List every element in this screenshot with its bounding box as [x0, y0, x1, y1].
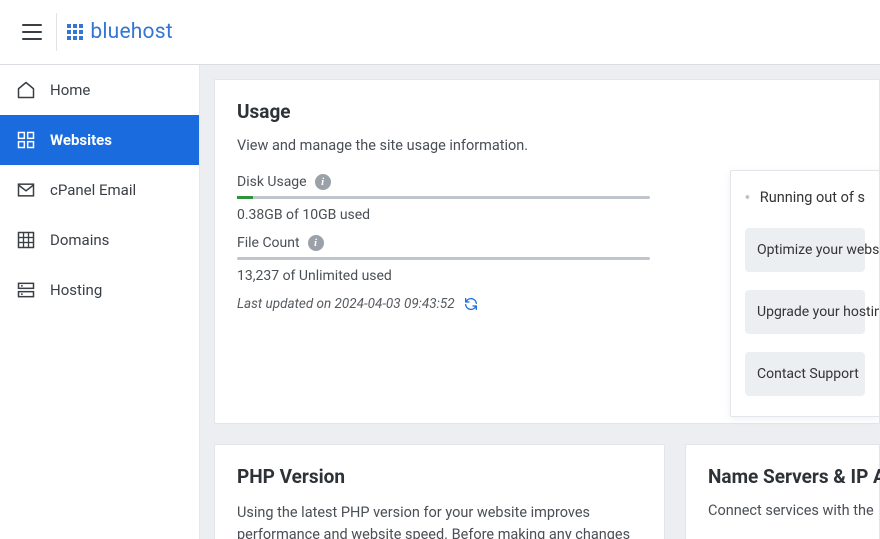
last-updated-text: Last updated on 2024-04-03 09:43:52 — [237, 296, 455, 312]
refresh-button[interactable] — [463, 296, 479, 312]
nameservers-card: Name Servers & IP A Connect services wit… — [685, 444, 880, 539]
file-count-label: File Count — [237, 235, 300, 251]
sidebar-item-domains[interactable]: Domains — [0, 215, 199, 265]
info-icon[interactable]: i — [315, 174, 331, 190]
disk-usage-bar — [237, 196, 650, 199]
sidebar-item-label: cPanel Email — [50, 181, 136, 199]
info-icon[interactable]: i — [308, 235, 324, 251]
home-icon — [16, 80, 36, 100]
suggestion-optimize[interactable]: Optimize your websi — [745, 228, 865, 272]
refresh-icon — [463, 296, 479, 312]
main-content: Usage View and manage the site usage inf… — [200, 65, 880, 539]
suggestions-heading: Running out of s — [760, 189, 865, 206]
usage-card: Usage View and manage the site usage inf… — [214, 79, 880, 424]
hamburger-icon — [22, 24, 42, 40]
php-version-card: PHP Version Using the latest PHP version… — [214, 444, 665, 539]
mail-icon — [16, 180, 36, 200]
suggestions-panel: Running out of s Optimize your websi Upg… — [730, 170, 880, 417]
topbar: bluehost — [0, 0, 880, 65]
suggestion-upgrade[interactable]: Upgrade your hostin — [745, 290, 865, 334]
disk-usage-label: Disk Usage — [237, 174, 307, 190]
usage-title: Usage — [237, 100, 857, 123]
brand-glyph-icon — [67, 24, 83, 40]
sidebar-item-hosting[interactable]: Hosting — [0, 265, 199, 315]
sidebar-item-label: Hosting — [50, 281, 102, 299]
brand-name: bluehost — [90, 20, 172, 44]
sidebar-item-label: Websites — [50, 131, 112, 149]
sidebar-item-label: Home — [50, 81, 90, 99]
last-updated-row: Last updated on 2024-04-03 09:43:52 — [237, 296, 652, 312]
sidebar-item-label: Domains — [50, 231, 109, 249]
disk-usage-label-row: Disk Usage i — [237, 174, 652, 190]
file-count-value: 13,237 of Unlimited used — [237, 268, 652, 284]
grid-icon — [16, 230, 36, 250]
nameservers-title: Name Servers & IP A — [708, 465, 879, 488]
nameservers-desc: Connect services with the — [708, 502, 879, 519]
php-title: PHP Version — [237, 465, 642, 488]
suggestion-support[interactable]: Contact Support — [745, 352, 865, 396]
sidebar: Home Websites cPanel Email — [0, 65, 200, 539]
server-icon — [16, 280, 36, 300]
sidebar-item-home[interactable]: Home — [0, 65, 199, 115]
suggestions-heading-row: Running out of s — [745, 188, 865, 206]
sidebar-item-cpanel-email[interactable]: cPanel Email — [0, 165, 199, 215]
menu-toggle-button[interactable] — [12, 12, 52, 52]
disk-usage-fill — [237, 196, 253, 199]
file-count-label-row: File Count i — [237, 235, 652, 251]
file-count-bar — [237, 257, 650, 260]
brand-logo[interactable]: bluehost — [67, 20, 173, 44]
usage-subtitle: View and manage the site usage informati… — [237, 137, 857, 154]
topbar-divider — [56, 13, 57, 51]
disk-usage-value: 0.38GB of 10GB used — [237, 207, 652, 223]
lightbulb-icon — [745, 188, 750, 206]
php-desc: Using the latest PHP version for your we… — [237, 502, 642, 539]
apps-icon — [16, 130, 36, 150]
sidebar-item-websites[interactable]: Websites — [0, 115, 199, 165]
